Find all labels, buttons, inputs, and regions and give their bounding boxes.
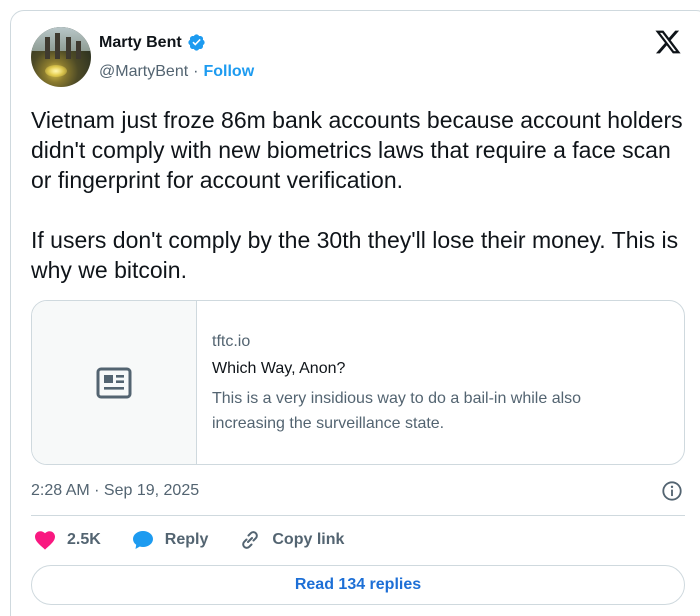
- author-name[interactable]: Marty Bent: [99, 34, 182, 52]
- reply-button[interactable]: Reply: [131, 528, 209, 552]
- x-logo-icon[interactable]: [654, 28, 682, 56]
- tweet-paragraph: Vietnam just froze 86m bank accounts bec…: [31, 107, 683, 193]
- tweet-text: Vietnam just froze 86m bank accounts bec…: [31, 105, 691, 285]
- like-count: 2.5K: [67, 531, 101, 548]
- like-button[interactable]: 2.5K: [33, 528, 101, 552]
- article-icon: [96, 367, 132, 398]
- action-bar: 2.5K Reply Copy link: [33, 527, 374, 553]
- info-icon[interactable]: [661, 480, 683, 502]
- author-name-row: Marty Bent: [99, 33, 206, 52]
- follow-button[interactable]: Follow: [203, 63, 254, 81]
- link-description: This is a very insidious way to do a bai…: [212, 390, 582, 432]
- divider: [31, 515, 685, 516]
- avatar[interactable]: [31, 27, 91, 87]
- verified-badge-icon: [188, 34, 205, 51]
- link-domain: tftc.io: [212, 333, 251, 350]
- author-handle-row: @MartyBent · Follow: [99, 63, 254, 81]
- heart-icon: [35, 531, 55, 550]
- link-thumbnail: [32, 301, 197, 464]
- reply-label: Reply: [164, 531, 209, 548]
- tweet-paragraph: If users don't comply by the 30th they'l…: [31, 227, 679, 283]
- read-replies-label: Read 134 replies: [294, 576, 422, 593]
- link-preview-card[interactable]: tftc.io Which Way, Anon? This is a very …: [31, 300, 685, 465]
- copy-link-button[interactable]: Copy link: [238, 528, 344, 552]
- author-handle[interactable]: @MartyBent: [99, 63, 188, 81]
- timestamp[interactable]: 2:28 AM · Sep 19, 2025: [31, 482, 199, 500]
- copy-link-label: Copy link: [272, 531, 345, 548]
- meta-row: 2:28 AM · Sep 19, 2025: [31, 480, 683, 502]
- link-icon: [242, 531, 259, 549]
- separator: ·: [193, 63, 199, 80]
- read-replies-button[interactable]: Read 134 replies: [31, 565, 685, 605]
- link-body: tftc.io Which Way, Anon? This is a very …: [197, 301, 684, 464]
- speech-bubble-icon: [132, 531, 153, 549]
- link-title: Which Way, Anon?: [212, 360, 346, 377]
